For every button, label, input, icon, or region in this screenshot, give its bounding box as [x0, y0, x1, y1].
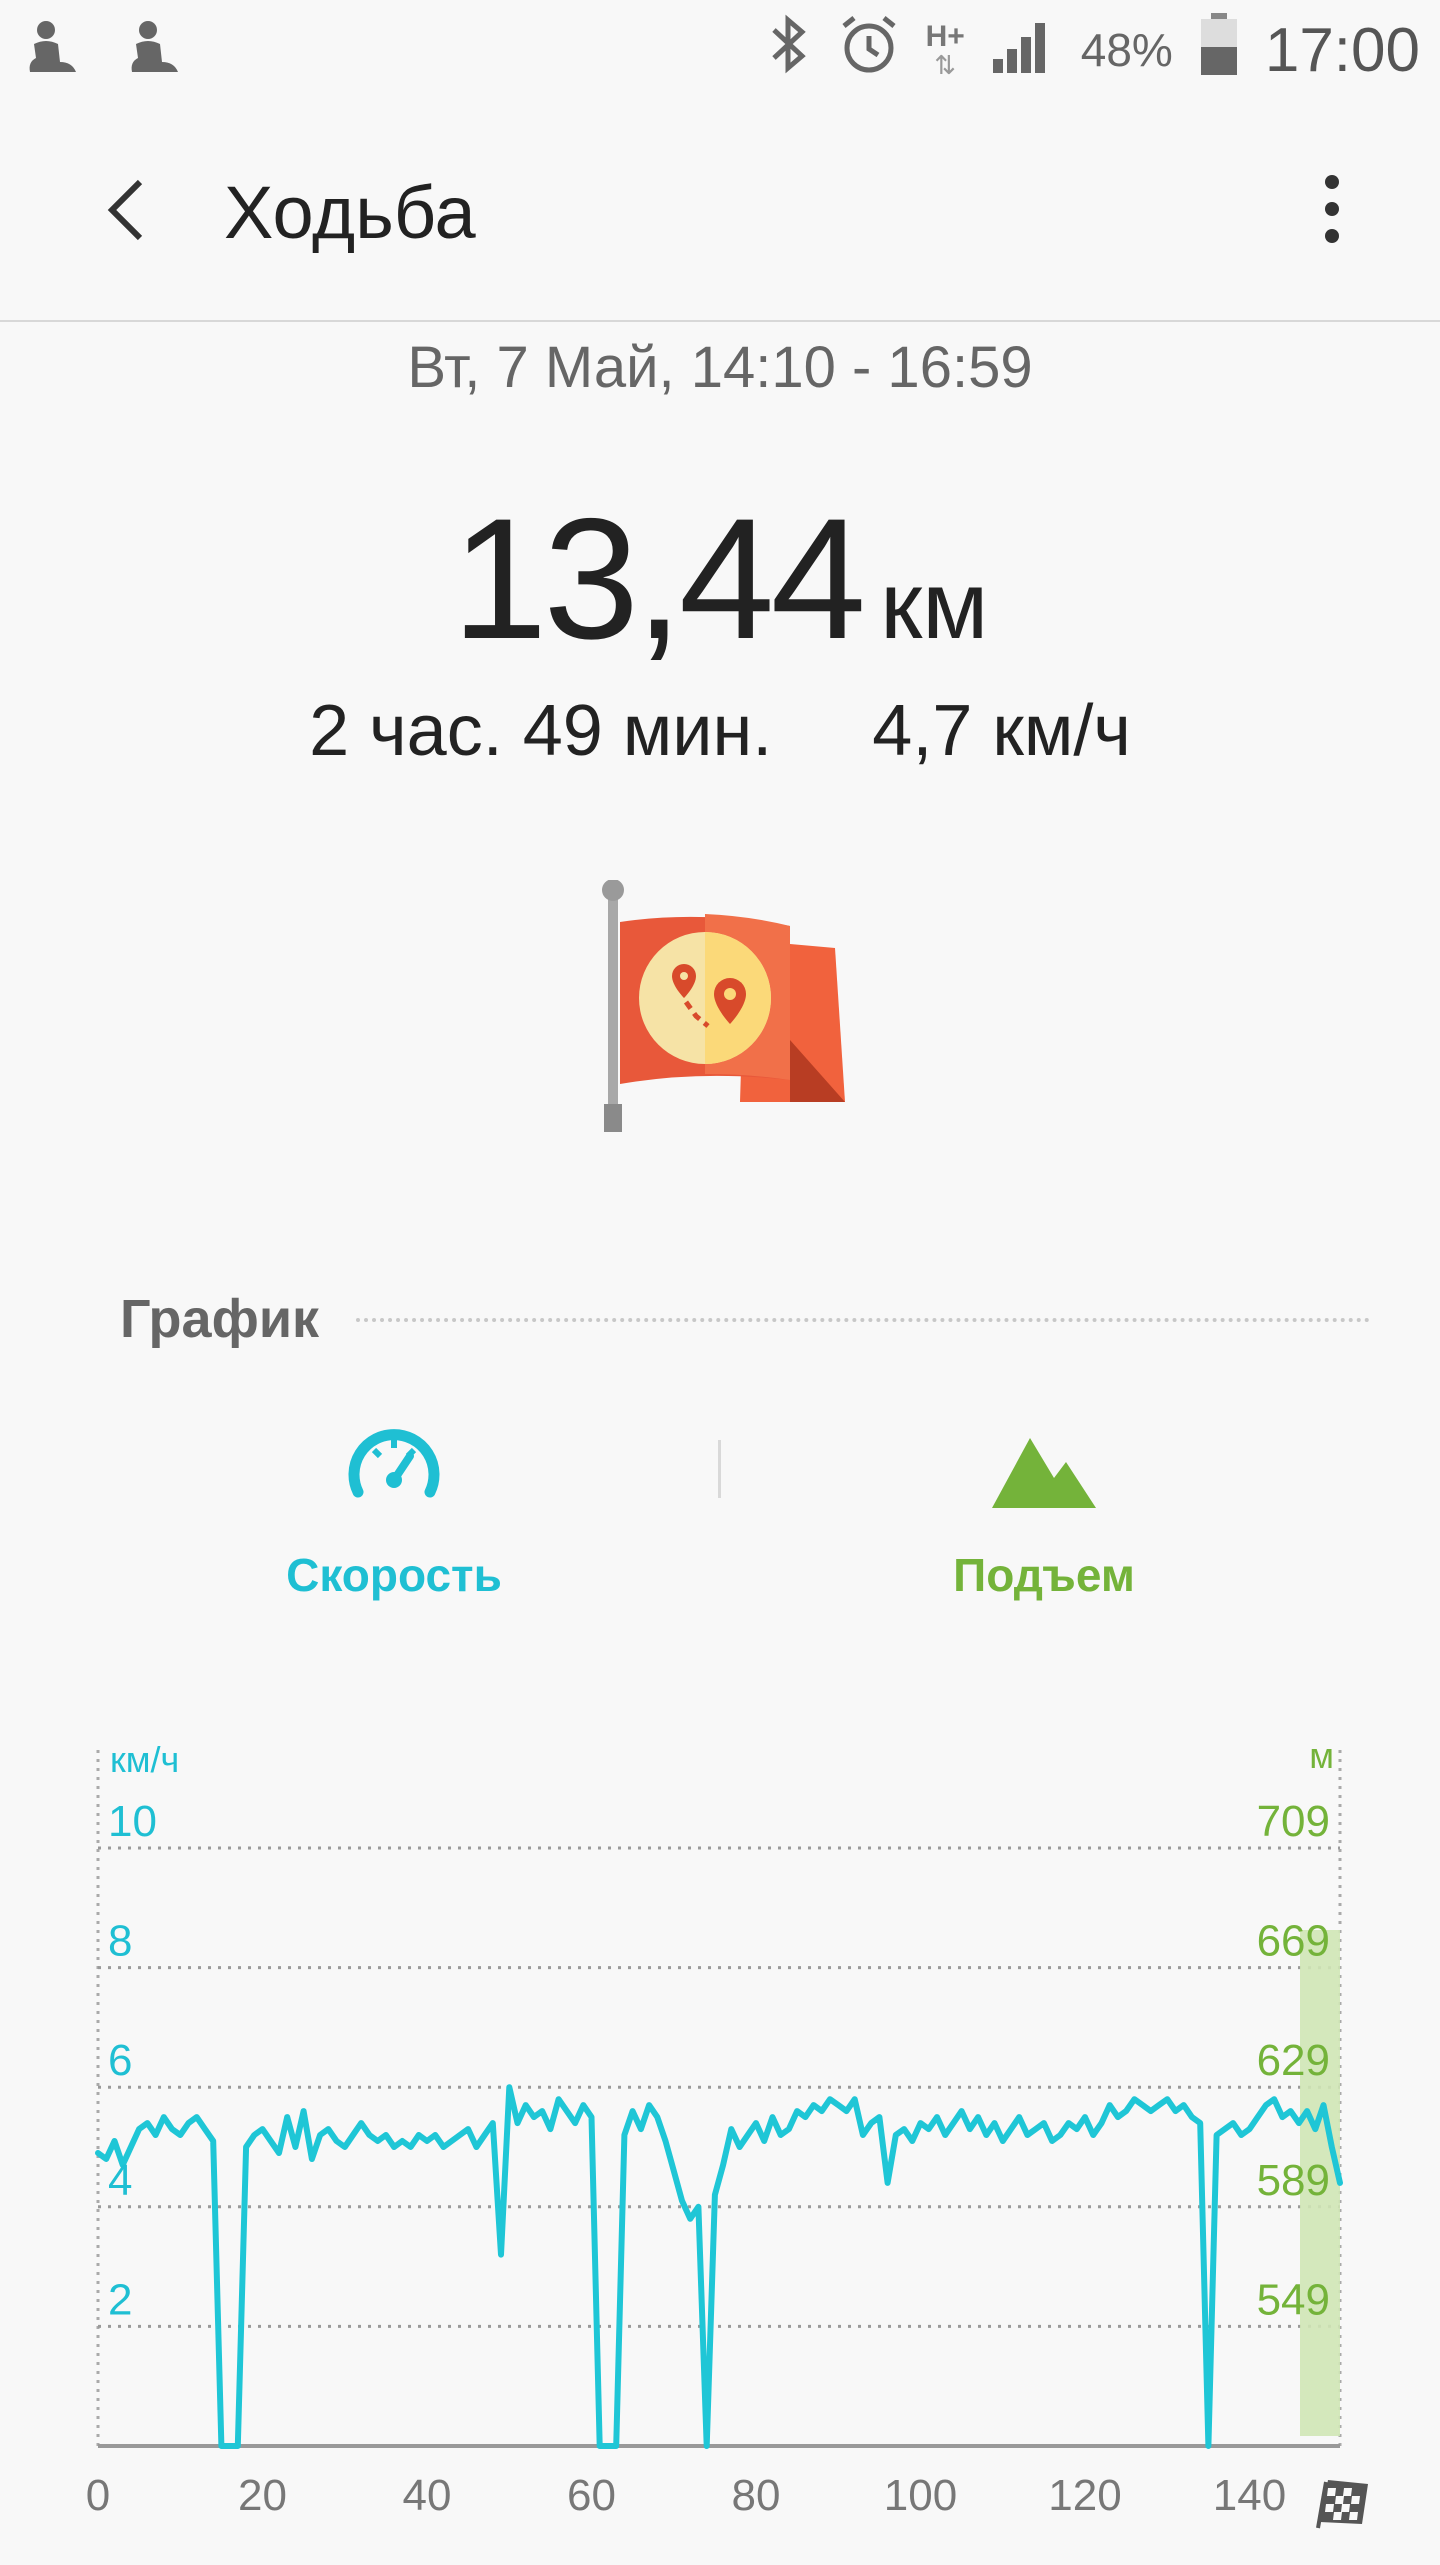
- y-tick-label-right: 629: [1257, 2036, 1330, 2085]
- app-bar: Ходьба: [0, 100, 1440, 322]
- distance-value: 13,44: [451, 483, 866, 675]
- left-axis-unit: км/ч: [110, 1739, 179, 1780]
- y-tick-label-left: 4: [108, 2156, 132, 2205]
- route-flag-icon: [590, 879, 850, 1140]
- more-vert-icon: [1325, 175, 1339, 243]
- speed-toggle-label: Скорость: [286, 1549, 502, 1601]
- toggle-divider: [718, 1440, 721, 1498]
- pedometer-icon: [24, 18, 82, 85]
- alarm-icon: [838, 12, 900, 89]
- workout-stats: 2 час. 49 мин. 4,7 км/ч: [0, 690, 1440, 772]
- speed-series-line: [95, 2084, 1343, 2449]
- section-divider: [356, 1318, 1370, 1322]
- y-tick-label-right: 549: [1257, 2275, 1330, 2324]
- graph-section-header: График: [120, 1280, 1370, 1360]
- battery-percent: 48%: [1080, 24, 1173, 76]
- y-tick-label-left: 10: [108, 1797, 157, 1846]
- x-tick-label: 40: [403, 2471, 452, 2520]
- distance-unit: км: [880, 552, 989, 659]
- bluetooth-icon: [766, 12, 812, 89]
- x-tick-label: 100: [884, 2471, 957, 2520]
- y-tick-label-right: 669: [1257, 1917, 1330, 1966]
- elevation-toggle-label: Подъем: [953, 1549, 1135, 1601]
- y-tick-label-right: 589: [1257, 2156, 1330, 2205]
- x-tick-label: 20: [238, 2471, 287, 2520]
- mountain-icon: [992, 1438, 1096, 1508]
- clock: 17:00: [1264, 15, 1420, 85]
- x-tick-label: 120: [1048, 2471, 1121, 2520]
- pedometer-icon: [126, 18, 184, 85]
- back-button[interactable]: [96, 170, 166, 250]
- network-type-label: H+: [925, 20, 965, 53]
- y-tick-label-left: 6: [108, 2036, 132, 2085]
- duration-value: 2 час. 49 мин.: [309, 691, 773, 771]
- y-tick-label-right: 709: [1257, 1797, 1330, 1846]
- distance-summary: 13,44 км: [0, 480, 1440, 678]
- right-axis-unit: м: [1309, 1735, 1334, 1776]
- status-bar: H+ ⇅ 48% 17:00: [0, 0, 1440, 100]
- y-tick-label-left: 2: [108, 2275, 132, 2324]
- section-title: График: [120, 1288, 344, 1350]
- x-tick-label: 60: [567, 2471, 616, 2520]
- y-tick-label-left: 8: [108, 1917, 132, 1966]
- speed-toggle-button[interactable]: Скорость: [144, 1420, 644, 1620]
- page-title: Ходьба: [224, 171, 476, 254]
- x-tick-label: 140: [1213, 2471, 1286, 2520]
- speed-chart: км/ч м 10 709 8 669 6 629 4 589 2 549 0 20 40 60 80 100 12…: [0, 1710, 1440, 2560]
- x-tick-label: 0: [86, 2471, 110, 2520]
- battery-icon: [1199, 11, 1239, 90]
- network-type-icon: H+ ⇅: [925, 20, 965, 80]
- speedometer-icon: [348, 1429, 440, 1498]
- finish-flag-icon: [1316, 2480, 1368, 2529]
- more-options-button[interactable]: [1312, 172, 1352, 252]
- workout-date-range: Вт, 7 Май, 14:10 - 16:59: [407, 335, 1033, 400]
- x-tick-label: 80: [732, 2471, 781, 2520]
- chart-svg: км/ч м 10 709 8 669 6 629 4 589 2 549 0 20 40 60 80 100 12…: [86, 1735, 1368, 2529]
- signal-icon: [991, 13, 1055, 88]
- avg-speed-value: 4,7 км/ч: [872, 691, 1131, 771]
- back-arrow-icon: [107, 179, 143, 241]
- elevation-toggle-button[interactable]: Подъем: [794, 1420, 1294, 1620]
